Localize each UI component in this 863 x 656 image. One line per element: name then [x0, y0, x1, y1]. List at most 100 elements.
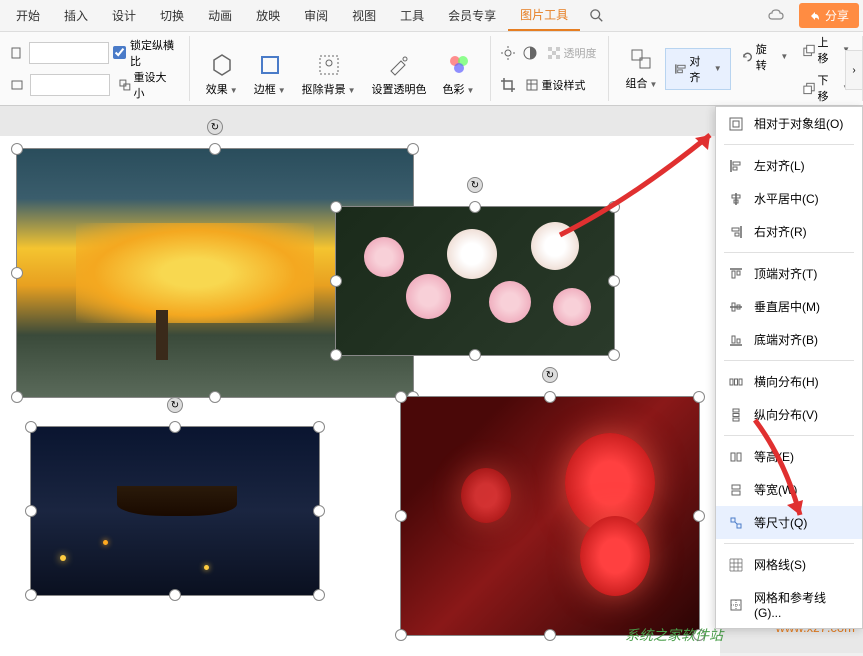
menu-relative-to-group[interactable]: 相对于对象组(O)	[716, 107, 862, 140]
menu-align-left[interactable]: 左对齐(L)	[716, 149, 862, 182]
resize-handle[interactable]	[169, 421, 181, 433]
resize-handle[interactable]	[25, 589, 37, 601]
align-button[interactable]: 对齐 ▼	[665, 48, 730, 90]
width-icon	[8, 76, 26, 94]
menu-animation[interactable]: 动画	[196, 1, 244, 30]
menu-align-middle-v-label: 垂直居中(M)	[754, 298, 820, 315]
menu-design[interactable]: 设计	[100, 1, 148, 30]
resize-handle[interactable]	[330, 275, 342, 287]
menu-view[interactable]: 视图	[340, 1, 388, 30]
share-button[interactable]: 分享	[799, 3, 859, 28]
menu-align-center-h[interactable]: 水平居中(C)	[716, 182, 862, 215]
slide-area[interactable]: ↻ ↻	[0, 136, 720, 656]
remove-bg-button[interactable]: 抠除背景▼	[294, 49, 364, 101]
menu-insert[interactable]: 插入	[52, 1, 100, 30]
border-button[interactable]: 边框▼	[246, 49, 294, 101]
resize-handle[interactable]	[313, 421, 325, 433]
lock-ratio-checkbox[interactable]: 锁定纵横比	[113, 37, 181, 69]
equal-height-icon	[728, 449, 744, 465]
effects-button[interactable]: 效果▼	[198, 49, 246, 101]
dist-v-icon	[728, 407, 744, 423]
align-top-icon	[728, 266, 744, 282]
resize-handle[interactable]	[544, 629, 556, 641]
group-button[interactable]: 组合▼	[617, 43, 665, 95]
resize-handle[interactable]	[209, 143, 221, 155]
menu-equal-size[interactable]: 等尺寸(Q)	[716, 506, 862, 539]
resize-handle[interactable]	[395, 629, 407, 641]
transparent-color-button[interactable]: 设置透明色	[364, 49, 435, 101]
resize-handle[interactable]	[608, 349, 620, 361]
menu-review[interactable]: 审阅	[292, 1, 340, 30]
menu-dist-v[interactable]: 纵向分布(V)	[716, 398, 862, 431]
resize-handle[interactable]	[407, 143, 419, 155]
menu-gridlines[interactable]: 网格线(S)	[716, 548, 862, 581]
menu-align-top[interactable]: 顶端对齐(T)	[716, 257, 862, 290]
resize-handle[interactable]	[469, 349, 481, 361]
selected-image-2[interactable]: ↻	[335, 206, 615, 356]
resize-handle[interactable]	[25, 421, 37, 433]
search-icon[interactable]	[588, 7, 606, 25]
menu-member[interactable]: 会员专享	[436, 1, 508, 30]
reset-style-button[interactable]: 重设样式	[521, 75, 589, 95]
resize-handle[interactable]	[608, 201, 620, 213]
resize-handle[interactable]	[395, 391, 407, 403]
cloud-sync-icon[interactable]	[763, 6, 791, 26]
crop-icon[interactable]	[499, 76, 517, 94]
brightness-icon[interactable]	[499, 44, 517, 62]
menu-equal-size-label: 等尺寸(Q)	[754, 514, 807, 531]
resize-handle[interactable]	[395, 510, 407, 522]
resize-handle[interactable]	[469, 201, 481, 213]
resize-handle[interactable]	[11, 391, 23, 403]
resize-handle[interactable]	[544, 391, 556, 403]
menu-grid-guides[interactable]: 网格和参考线(G)...	[716, 581, 862, 628]
rotate-handle[interactable]: ↻	[542, 367, 558, 383]
color-button[interactable]: 色彩▼	[435, 49, 483, 101]
menu-tools[interactable]: 工具	[388, 1, 436, 30]
resize-handle[interactable]	[330, 349, 342, 361]
rotate-handle[interactable]: ↻	[207, 119, 223, 135]
resize-handle[interactable]	[608, 275, 620, 287]
resize-handle[interactable]	[313, 589, 325, 601]
contrast-icon[interactable]	[521, 44, 539, 62]
width-input[interactable]	[30, 74, 110, 96]
menu-transition[interactable]: 切换	[148, 1, 196, 30]
dist-h-icon	[728, 374, 744, 390]
reset-style-label: 重设样式	[541, 77, 585, 93]
reset-size-button[interactable]: 重设大小	[114, 67, 181, 103]
menu-equal-height[interactable]: 等高(E)	[716, 440, 862, 473]
menu-equal-width[interactable]: 等宽(W)	[716, 473, 862, 506]
menu-align-bottom[interactable]: 底端对齐(B)	[716, 323, 862, 356]
height-icon	[8, 44, 25, 62]
resize-handle[interactable]	[693, 391, 705, 403]
resize-handle[interactable]	[25, 505, 37, 517]
ribbon-expand-button[interactable]: ›	[845, 50, 863, 90]
menu-equal-width-label: 等宽(W)	[754, 481, 797, 498]
rotate-button[interactable]: 旋转▼	[737, 39, 793, 75]
resize-handle[interactable]	[313, 505, 325, 517]
align-left-icon	[728, 158, 744, 174]
align-label: 对齐	[689, 53, 709, 85]
resize-handle[interactable]	[693, 510, 705, 522]
menu-start[interactable]: 开始	[4, 1, 52, 30]
rotate-handle[interactable]: ↻	[467, 177, 483, 193]
resize-handle[interactable]	[11, 267, 23, 279]
resize-handle[interactable]	[169, 589, 181, 601]
selected-image-3[interactable]: ↻	[30, 426, 320, 596]
menu-picture-tools[interactable]: 图片工具	[508, 0, 580, 31]
resize-handle[interactable]	[209, 391, 221, 403]
menu-align-right[interactable]: 右对齐(R)	[716, 215, 862, 248]
transparent-label: 设置透明色	[372, 81, 427, 97]
effects-label: 效果	[206, 84, 228, 96]
menu-slideshow[interactable]: 放映	[244, 1, 292, 30]
menu-align-center-h-label: 水平居中(C)	[754, 190, 819, 207]
resize-handle[interactable]	[330, 201, 342, 213]
height-input[interactable]	[29, 42, 109, 64]
selected-image-4[interactable]: ↻	[400, 396, 700, 636]
menu-align-middle-v[interactable]: 垂直居中(M)	[716, 290, 862, 323]
transparency-button[interactable]: 透明度	[543, 43, 600, 63]
resize-handle[interactable]	[11, 143, 23, 155]
ribbon-toolbar: 锁定纵横比 重设大小 效果▼ 边框▼ 抠除背景▼ 设置透明色	[0, 32, 863, 106]
remove-bg-label: 抠除背景	[302, 84, 346, 96]
rotate-handle[interactable]: ↻	[167, 397, 183, 413]
menu-dist-h[interactable]: 横向分布(H)	[716, 365, 862, 398]
